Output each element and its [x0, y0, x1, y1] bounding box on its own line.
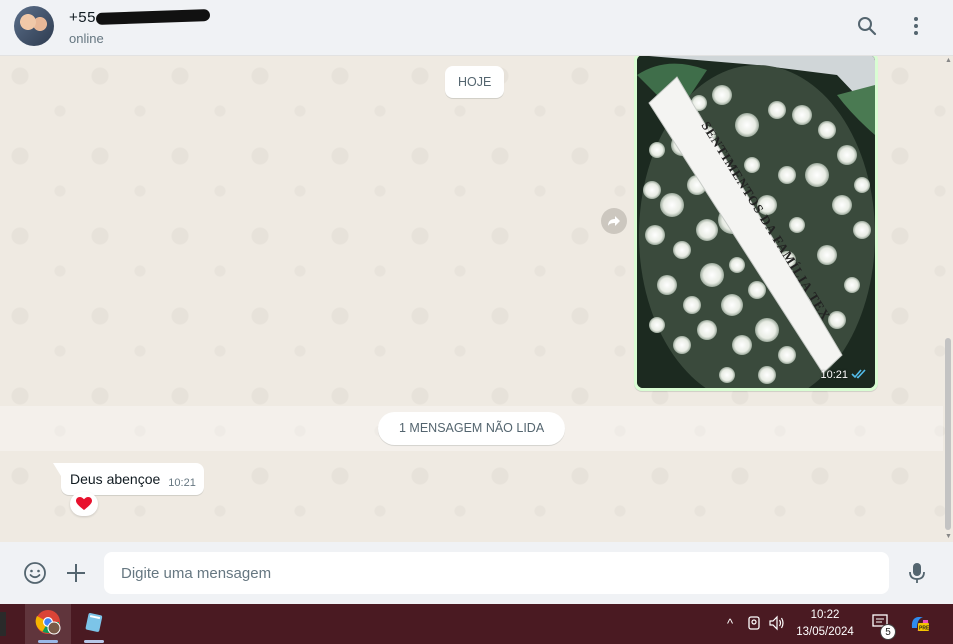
- image-message[interactable]: SENTIMENTOS DA FAMÍLIA TEX 10:21: [634, 56, 878, 391]
- contact-status: online: [69, 31, 104, 46]
- taskbar-edge: [0, 612, 6, 636]
- device-meeting-icon[interactable]: [745, 615, 763, 633]
- message-time: 10:21: [168, 477, 196, 489]
- scrollbar[interactable]: ▲ ▼: [943, 56, 953, 542]
- scroll-up-arrow-icon[interactable]: ▲: [945, 57, 952, 64]
- flower-wreath-image[interactable]: SENTIMENTOS DA FAMÍLIA TEX 10:21: [637, 56, 875, 388]
- clock-time: 10:22: [810, 609, 840, 621]
- unread-messages-label: 1 MENSAGEM NÃO LIDA: [378, 412, 566, 445]
- incoming-message[interactable]: Deus abençoe 10:21: [53, 463, 204, 495]
- copilot-icon[interactable]: PRE: [909, 614, 931, 634]
- search-icon[interactable]: [855, 14, 879, 38]
- notepad-icon: [82, 610, 106, 639]
- date-separator: HOJE: [445, 66, 505, 98]
- double-check-icon: [851, 368, 867, 382]
- scroll-down-arrow-icon[interactable]: ▼: [945, 533, 952, 540]
- message-text: Deus abençoe: [70, 471, 161, 487]
- chat-header: +55 online: [0, 0, 953, 56]
- message-list[interactable]: HOJE SENTIMENTOS DA FAMÍLIA TEX 10:21 1 …: [0, 56, 953, 542]
- taskbar-chrome-app[interactable]: [25, 604, 71, 644]
- menu-icon[interactable]: [904, 14, 928, 38]
- message-input[interactable]: [104, 552, 889, 594]
- redaction-mark: [95, 9, 211, 25]
- speaker-icon[interactable]: [768, 615, 786, 633]
- contact-name[interactable]: +55: [69, 9, 96, 26]
- clock-date: 13/05/2024: [796, 626, 854, 638]
- open-app-indicator: [84, 640, 104, 643]
- notification-count-badge: 5: [880, 624, 896, 640]
- scrollbar-thumb[interactable]: [945, 338, 951, 530]
- forward-icon[interactable]: [601, 208, 627, 234]
- bubble-tail: [53, 463, 61, 476]
- chevron-up-icon[interactable]: ^: [721, 615, 739, 633]
- attach-plus-icon[interactable]: [64, 561, 88, 585]
- contact-avatar[interactable]: [14, 6, 54, 46]
- image-time: 10:21: [820, 369, 848, 381]
- system-clock[interactable]: 10:22 13/05/2024: [790, 607, 860, 641]
- microphone-icon[interactable]: [905, 561, 929, 585]
- windows-taskbar: ^ 10:22 13/05/2024 5 PRE: [0, 604, 953, 644]
- image-meta: 10:21: [820, 368, 867, 382]
- message-composer: [0, 542, 953, 604]
- active-app-indicator: [38, 640, 58, 643]
- heart-reaction-icon[interactable]: [70, 492, 98, 516]
- taskbar-notes-app[interactable]: [71, 604, 117, 644]
- emoji-icon[interactable]: [23, 561, 47, 585]
- chrome-icon: [35, 609, 61, 640]
- svg-text:PRE: PRE: [919, 626, 930, 632]
